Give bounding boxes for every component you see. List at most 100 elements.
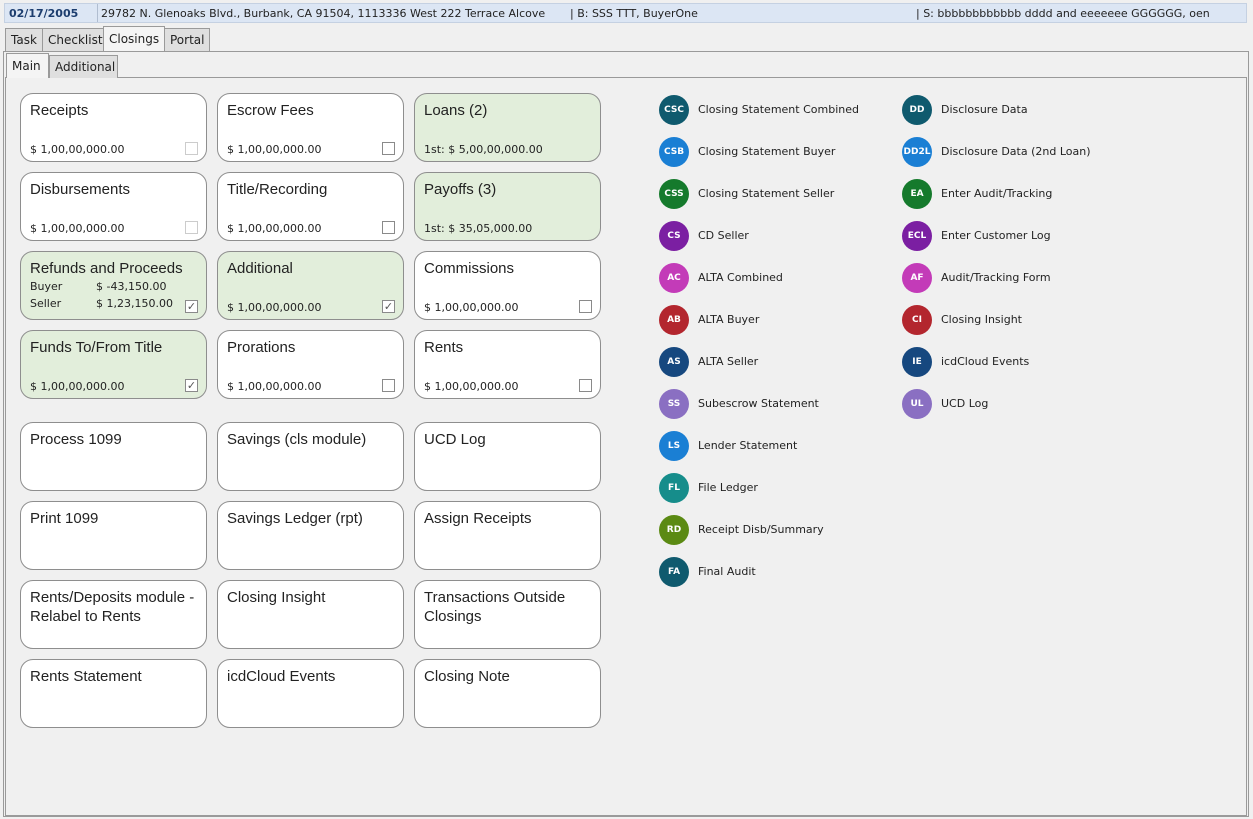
module-card-amount: $ 1,00,00,000.00 xyxy=(30,143,125,156)
file-info-bar: 02/17/2005 29782 N. Glenoaks Blvd., Burb… xyxy=(4,3,1247,23)
module-complete-checkbox[interactable] xyxy=(579,300,592,313)
tab-checklist[interactable]: Checklist xyxy=(42,28,104,51)
module-card[interactable]: Receipts $ 1,00,00,000.00 xyxy=(20,93,207,162)
module-card[interactable]: Assign Receipts xyxy=(414,501,601,570)
module-card-amount: $ 1,00,00,000.00 xyxy=(227,222,322,235)
report-link-label: Closing Insight xyxy=(941,313,1022,326)
buyer-amount-row: Buyer $ -43,150.00 xyxy=(30,280,166,293)
tab-additional[interactable]: Additional xyxy=(49,55,118,78)
module-complete-checkbox[interactable]: ✓ xyxy=(382,300,395,313)
module-card-amount: 1st: $ 35,05,000.00 xyxy=(424,222,533,235)
module-card[interactable]: Rents/Deposits module - Relabel to Rents xyxy=(20,580,207,649)
report-link-label: Receipt Disb/Summary xyxy=(698,523,824,536)
module-card[interactable]: Process 1099 xyxy=(20,422,207,491)
module-card-title: Disbursements xyxy=(30,181,131,198)
report-badge-icon: DD xyxy=(902,95,932,125)
report-badge-icon: CSB xyxy=(659,137,689,167)
module-card[interactable]: UCD Log xyxy=(414,422,601,491)
module-card-title: icdCloud Events xyxy=(227,668,336,685)
module-card-amount: $ 1,00,00,000.00 xyxy=(227,380,322,393)
module-card[interactable]: Commissions $ 1,00,00,000.00 xyxy=(414,251,601,320)
report-link-label: Subescrow Statement xyxy=(698,397,819,410)
module-card-title: Rents xyxy=(424,339,464,356)
module-complete-checkbox[interactable] xyxy=(185,142,198,155)
seller-amount-row: Seller $ 1,23,150.00 xyxy=(30,297,173,310)
report-link-label: Disclosure Data xyxy=(941,103,1028,116)
module-card-amount: 1st: $ 5,00,00,000.00 xyxy=(424,143,543,156)
report-link-label: Closing Statement Combined xyxy=(698,103,859,116)
module-complete-checkbox[interactable] xyxy=(185,221,198,234)
module-card-title: Additional xyxy=(227,260,293,277)
tab-portal[interactable]: Portal xyxy=(164,28,210,51)
module-complete-checkbox[interactable] xyxy=(579,379,592,392)
module-card-title: Closing Insight xyxy=(227,589,326,606)
report-badge-icon: AB xyxy=(659,305,689,335)
report-badge-icon: SS xyxy=(659,389,689,419)
module-card-title: Print 1099 xyxy=(30,510,99,527)
module-card[interactable]: Funds To/From Title $ 1,00,00,000.00 ✓ xyxy=(20,330,207,399)
report-link-label: ALTA Combined xyxy=(698,271,783,284)
module-complete-checkbox[interactable]: ✓ xyxy=(185,379,198,392)
report-link-label: CD Seller xyxy=(698,229,749,242)
seller-label: Seller xyxy=(30,297,62,310)
report-badge-icon: ECL xyxy=(902,221,932,251)
module-card[interactable]: Print 1099 xyxy=(20,501,207,570)
report-link-label: Closing Statement Buyer xyxy=(698,145,836,158)
report-badge-icon: AC xyxy=(659,263,689,293)
report-badge-icon: RD xyxy=(659,515,689,545)
module-card[interactable]: Rents $ 1,00,00,000.00 xyxy=(414,330,601,399)
module-card-title: Transactions Outside Closings xyxy=(424,589,566,625)
module-card[interactable]: icdCloud Events xyxy=(217,659,404,728)
module-card-title: Loans (2) xyxy=(424,102,488,119)
module-complete-checkbox[interactable] xyxy=(382,221,395,234)
module-card[interactable]: Refunds and Proceeds Buyer $ -43,150.00 Sel… xyxy=(20,251,207,320)
seller-info: | S: bbbbbbbbbbbb dddd and eeeeeee GGGGG… xyxy=(916,7,1210,20)
module-card-amount: $ 1,00,00,000.00 xyxy=(30,380,125,393)
module-card[interactable]: Prorations $ 1,00,00,000.00 xyxy=(217,330,404,399)
report-badge-icon: UL xyxy=(902,389,932,419)
report-badge-icon: AS xyxy=(659,347,689,377)
module-card-amount: $ 1,00,00,000.00 xyxy=(227,301,322,314)
report-badge-icon: EA xyxy=(902,179,932,209)
buyer-label: Buyer xyxy=(30,280,63,293)
module-card[interactable]: Rents Statement xyxy=(20,659,207,728)
module-card[interactable]: Closing Insight xyxy=(217,580,404,649)
report-badge-icon: LS xyxy=(659,431,689,461)
report-link-label: Audit/Tracking Form xyxy=(941,271,1051,284)
module-card-amount: $ 1,00,00,000.00 xyxy=(424,301,519,314)
report-link-label: Final Audit xyxy=(698,565,756,578)
module-card[interactable]: Disbursements $ 1,00,00,000.00 xyxy=(20,172,207,241)
report-link-label: Enter Audit/Tracking xyxy=(941,187,1053,200)
module-card[interactable]: Loans (2) 1st: $ 5,00,00,000.00 xyxy=(414,93,601,162)
module-card[interactable]: Transactions Outside Closings xyxy=(414,580,601,649)
module-card-title: Rents/Deposits module - Relabel to Rents xyxy=(30,589,195,625)
module-card-title: Assign Receipts xyxy=(424,510,532,527)
module-card[interactable]: Title/Recording $ 1,00,00,000.00 xyxy=(217,172,404,241)
module-complete-checkbox[interactable]: ✓ xyxy=(185,300,198,313)
module-complete-checkbox[interactable] xyxy=(382,142,395,155)
tab-closings[interactable]: Closings xyxy=(103,26,165,51)
module-card[interactable]: Closing Note xyxy=(414,659,601,728)
module-card-title: Refunds and Proceeds xyxy=(30,260,183,277)
module-card[interactable]: Savings Ledger (rpt) xyxy=(217,501,404,570)
tab-task[interactable]: Task xyxy=(5,28,43,51)
module-card[interactable]: Additional $ 1,00,00,000.00 ✓ xyxy=(217,251,404,320)
report-link-label: Disclosure Data (2nd Loan) xyxy=(941,145,1091,158)
report-badge-icon: DD2L xyxy=(902,137,932,167)
module-card-amount: $ 1,00,00,000.00 xyxy=(30,222,125,235)
module-card-title: Process 1099 xyxy=(30,431,122,448)
divider xyxy=(97,4,98,22)
module-card[interactable]: Payoffs (3) 1st: $ 35,05,000.00 xyxy=(414,172,601,241)
module-complete-checkbox[interactable] xyxy=(382,379,395,392)
tab-main[interactable]: Main xyxy=(6,53,49,78)
module-card-title: Savings (cls module) xyxy=(227,431,367,448)
module-card[interactable]: Savings (cls module) xyxy=(217,422,404,491)
module-card[interactable]: Escrow Fees $ 1,00,00,000.00 xyxy=(217,93,404,162)
module-card-title: Funds To/From Title xyxy=(30,339,163,356)
module-card-title: Escrow Fees xyxy=(227,102,314,119)
module-card-title: UCD Log xyxy=(424,431,486,448)
module-card-amount: $ 1,00,00,000.00 xyxy=(424,380,519,393)
module-card-title: Title/Recording xyxy=(227,181,328,198)
file-date: 02/17/2005 xyxy=(9,7,79,20)
module-card-title: Rents Statement xyxy=(30,668,142,685)
